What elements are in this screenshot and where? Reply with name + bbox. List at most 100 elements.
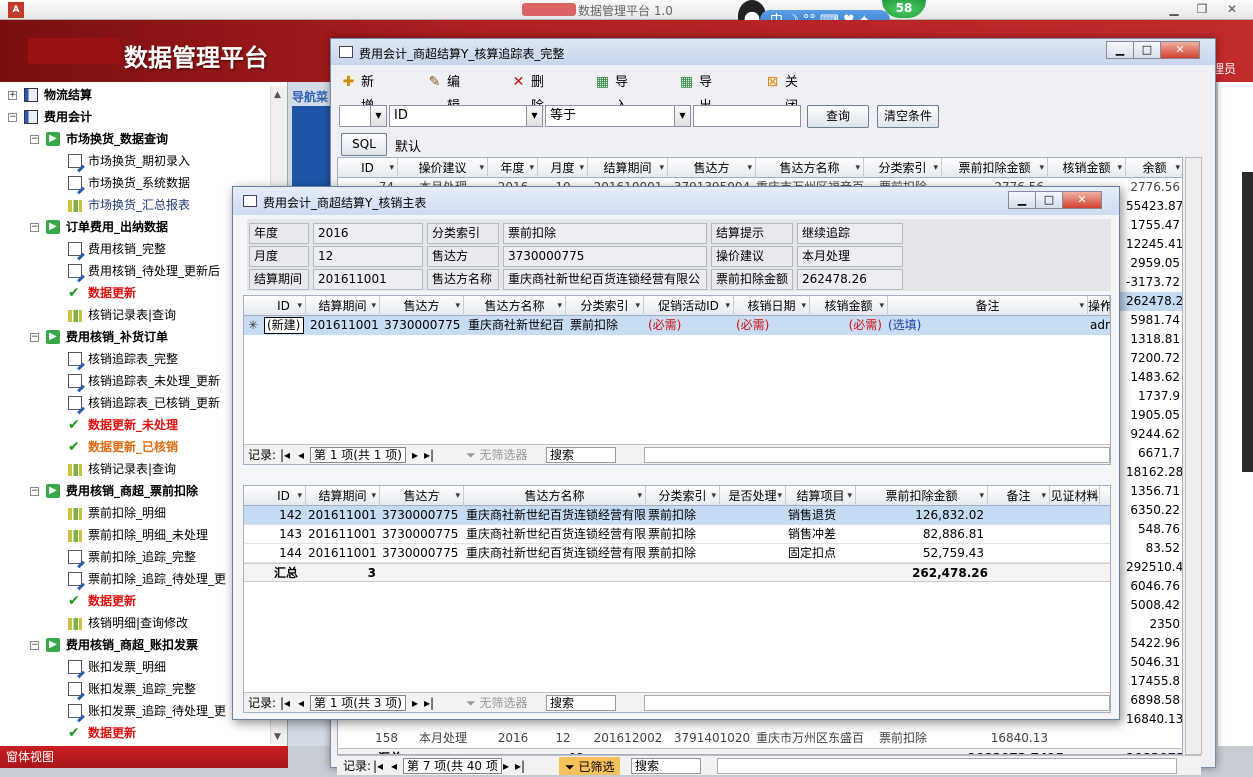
form-maximize-button[interactable]: □ bbox=[1035, 191, 1063, 209]
seller-field[interactable]: 3730000775 bbox=[503, 246, 707, 267]
edit-button[interactable]: ✎编辑 bbox=[427, 71, 460, 115]
column-header[interactable]: 结算期间 bbox=[588, 158, 668, 178]
tree-item[interactable]: 费用核销_待处理_更新后 bbox=[0, 260, 270, 282]
restore-button[interactable]: ❐ bbox=[1190, 1, 1214, 18]
column-header[interactable]: 备注 bbox=[988, 486, 1050, 506]
new-note-cell[interactable]: (选填) bbox=[888, 316, 1088, 335]
record-position[interactable]: 第 7 项(共 40 项 bbox=[403, 758, 502, 774]
new-category-cell[interactable]: 票前扣除 bbox=[570, 316, 644, 335]
new-amount-cell[interactable]: (必需) bbox=[812, 316, 886, 335]
window-close-button[interactable]: ✕ bbox=[1160, 41, 1200, 59]
new-button[interactable]: ✚新增 bbox=[341, 71, 374, 115]
tree-item[interactable]: − 费用会计 bbox=[0, 106, 270, 128]
record-position[interactable]: 第 1 项(共 3 项) bbox=[310, 695, 406, 711]
next-record-button[interactable]: ▸ bbox=[503, 756, 509, 776]
window-minimize-button[interactable]: ▁ bbox=[1106, 41, 1134, 59]
tree-item[interactable]: 核销明细|查询修改 bbox=[0, 612, 270, 634]
expand-toggle-icon[interactable]: − bbox=[30, 641, 39, 650]
tree-item[interactable]: 费用核销_完整 bbox=[0, 238, 270, 260]
table-row[interactable]: 143 201611001 3730000775 重庆商社新世纪百货连锁经营有限 票前扣… bbox=[244, 525, 1110, 544]
column-header[interactable]: 月度 bbox=[538, 158, 588, 178]
tree-item[interactable]: 账扣发票_追踪_完整 bbox=[0, 678, 270, 700]
column-header[interactable]: 分类索引 bbox=[864, 158, 942, 178]
column-header[interactable]: 是否处理 bbox=[720, 486, 786, 506]
search-box[interactable]: 搜索 bbox=[546, 447, 616, 463]
search-box[interactable]: 搜索 bbox=[546, 695, 616, 711]
close-form-button[interactable]: ⊠关闭 bbox=[765, 71, 798, 115]
last-record-button[interactable]: ▸| bbox=[424, 693, 434, 712]
tree-item[interactable]: 核销追踪表_未处理_更新 bbox=[0, 370, 270, 392]
sql-button[interactable]: SQL bbox=[341, 133, 387, 156]
tree-item[interactable]: ✔ 数据更新 bbox=[0, 722, 270, 744]
new-seller-cell[interactable]: 3730000775 bbox=[384, 316, 464, 335]
horizontal-scrollbar[interactable] bbox=[717, 758, 1177, 774]
expand-toggle-icon[interactable]: + bbox=[8, 91, 17, 100]
tree-item[interactable]: 核销记录表|查询 bbox=[0, 304, 270, 326]
column-header[interactable]: 结算项目 bbox=[786, 486, 856, 506]
query-button[interactable]: 查询 bbox=[807, 105, 869, 128]
window-maximize-button[interactable]: □ bbox=[1133, 41, 1161, 59]
column-header[interactable]: ID bbox=[262, 296, 306, 316]
column-header[interactable]: 备注 bbox=[888, 296, 1088, 316]
tree-item[interactable]: 票前扣除_追踪_完整 bbox=[0, 546, 270, 568]
filter-operator-combo[interactable]: 等于 ▼ bbox=[545, 105, 691, 127]
tree-item[interactable]: 票前扣除_明细_未处理 bbox=[0, 524, 270, 546]
filter-value-input[interactable] bbox=[693, 105, 801, 127]
new-promo-cell[interactable]: (必需) bbox=[648, 316, 734, 335]
no-filter-indicator[interactable]: ⏷ 无筛选器 bbox=[466, 693, 527, 712]
tree-item[interactable]: ✔ 数据更新 bbox=[0, 282, 270, 304]
access-app-icon[interactable]: A bbox=[8, 2, 24, 18]
first-record-button[interactable]: |◂ bbox=[373, 756, 383, 776]
column-header[interactable]: 余额 bbox=[1126, 158, 1182, 178]
export-button[interactable]: ▦导出 bbox=[679, 71, 712, 115]
datasheet-scrollbar[interactable] bbox=[1185, 157, 1202, 755]
expand-toggle-icon[interactable]: − bbox=[30, 487, 39, 496]
new-op-cell[interactable]: adm bbox=[1090, 316, 1110, 335]
nav-menu-label[interactable]: 导航菜 bbox=[292, 88, 328, 105]
column-header[interactable]: 核销日期 bbox=[734, 296, 810, 316]
first-record-button[interactable]: |◂ bbox=[280, 693, 290, 712]
suggest-field[interactable]: 本月处理 bbox=[797, 246, 903, 267]
tree-item[interactable]: 票前扣除_追踪_待处理_更 bbox=[0, 568, 270, 590]
horizontal-scrollbar[interactable] bbox=[644, 447, 1110, 463]
new-record-row[interactable]: ✳ (新建) 201611001 3730000775 重庆商社新世纪百 票前扣… bbox=[244, 316, 1110, 335]
next-record-button[interactable]: ▸ bbox=[412, 693, 418, 712]
new-period-cell[interactable]: 201611001 bbox=[310, 316, 382, 335]
tree-item[interactable]: 账扣发票_追踪_待处理_更 bbox=[0, 700, 270, 722]
deduct-field[interactable]: 262478.26 bbox=[797, 269, 903, 290]
column-header[interactable]: 售达方名称 bbox=[756, 158, 864, 178]
category-field[interactable]: 票前扣除 bbox=[503, 223, 707, 244]
expand-toggle-icon[interactable]: − bbox=[30, 135, 39, 144]
column-header[interactable]: 售达方 bbox=[668, 158, 756, 178]
filter-logic-combo[interactable]: ▼ bbox=[339, 105, 387, 127]
form-close-button[interactable]: ✕ bbox=[1062, 191, 1102, 209]
tree-item[interactable]: 票前扣除_明细 bbox=[0, 502, 270, 524]
tree-item[interactable]: − ▶ 费用核销_商超_票前扣除 bbox=[0, 480, 270, 502]
record-position[interactable]: 第 1 项(共 1 项) bbox=[310, 447, 406, 463]
column-header[interactable]: 结算期间 bbox=[306, 296, 380, 316]
no-filter-indicator[interactable]: ⏷ 无筛选器 bbox=[466, 445, 527, 464]
tree-item[interactable]: 市场换货_系统数据 bbox=[0, 172, 270, 194]
writeoff-subform[interactable]: ID结算期间售达方售达方名称分类索引促销活动ID核销日期核销金额备注操作 ✳ (… bbox=[243, 295, 1111, 465]
month-field[interactable]: 12 bbox=[313, 246, 423, 267]
column-header[interactable]: 结算期间 bbox=[306, 486, 380, 506]
year-field[interactable]: 2016 bbox=[313, 223, 423, 244]
hint-field[interactable]: 继续追踪 bbox=[797, 223, 903, 244]
column-header[interactable]: 核销金额 bbox=[1048, 158, 1126, 178]
settlement-main-form-window[interactable]: 费用会计_商超结算Y_核销主表 ▁ □ ✕ 年度 2016 分类索引 票前扣除 结算… bbox=[232, 186, 1120, 720]
column-header[interactable]: 分类索引 bbox=[646, 486, 720, 506]
tree-item[interactable]: + 物流结算 bbox=[0, 84, 270, 106]
window-controls[interactable]: ▁ □ ✕ bbox=[1106, 41, 1200, 59]
column-header[interactable]: 年度 bbox=[488, 158, 538, 178]
tree-item[interactable]: ✔ 数据更新_未处理 bbox=[0, 414, 270, 436]
last-record-button[interactable]: ▸| bbox=[515, 756, 525, 776]
column-header[interactable]: ID bbox=[262, 486, 306, 506]
new-date-cell[interactable]: (必需) bbox=[736, 316, 810, 335]
tree-item[interactable]: 市场换货_期初录入 bbox=[0, 150, 270, 172]
clear-conditions-button[interactable]: 清空条件 bbox=[877, 105, 939, 128]
tree-item[interactable]: − ▶ 费用核销_商超_账扣发票 bbox=[0, 634, 270, 656]
chevron-down-icon[interactable]: ▼ bbox=[674, 106, 690, 126]
tree-item[interactable]: ✔ 数据更新_已核销 bbox=[0, 436, 270, 458]
column-header[interactable]: 售达方名称 bbox=[464, 296, 566, 316]
first-record-button[interactable]: |◂ bbox=[280, 445, 290, 464]
